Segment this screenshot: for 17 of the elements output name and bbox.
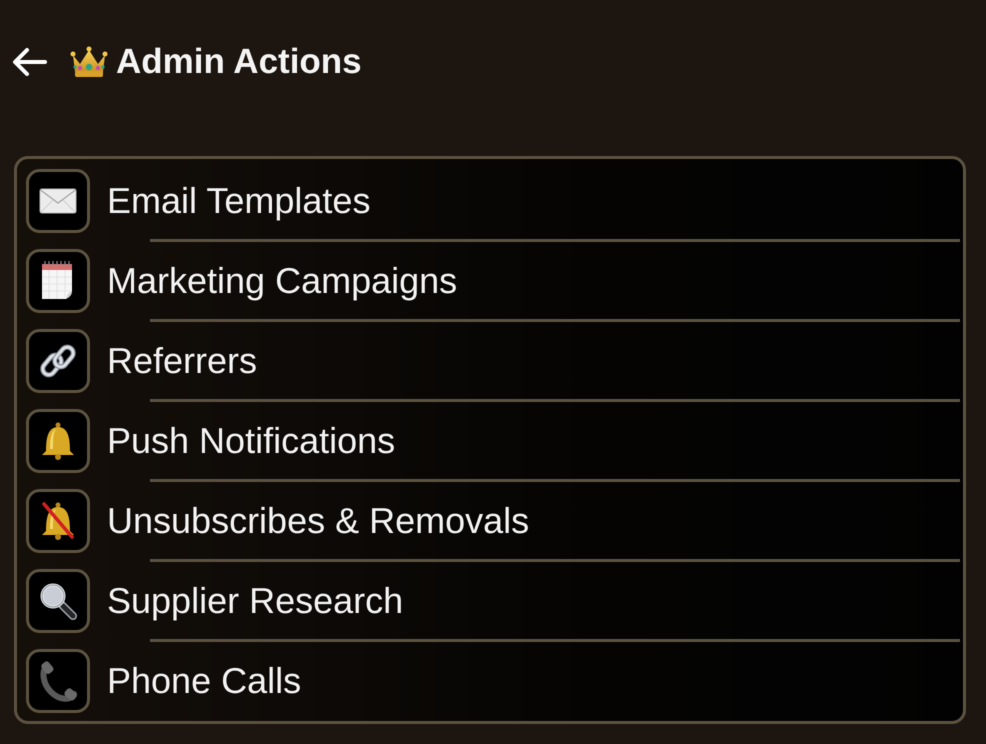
menu-item[interactable]: Unsubscribes & Removals <box>26 482 960 559</box>
crown-icon <box>70 46 108 78</box>
menu-item[interactable]: Push Notifications <box>26 402 960 479</box>
bell-slash-icon <box>26 488 90 552</box>
back-arrow-icon[interactable] <box>12 47 48 77</box>
page-title: Admin Actions <box>116 43 362 81</box>
magnifier-icon <box>26 568 90 632</box>
menu-item[interactable]: Referrers <box>26 322 960 399</box>
notepad-icon <box>26 248 90 312</box>
bell-icon <box>26 408 90 472</box>
menu-item[interactable]: Supplier Research <box>26 562 960 639</box>
envelope-icon <box>26 168 90 232</box>
chain-link-icon <box>26 328 90 392</box>
phone-handset-icon <box>26 648 90 712</box>
menu-item[interactable]: Email Templates <box>26 162 960 239</box>
menu-item[interactable]: Phone Calls <box>26 642 960 719</box>
menu-item[interactable]: Marketing Campaigns <box>26 242 960 319</box>
